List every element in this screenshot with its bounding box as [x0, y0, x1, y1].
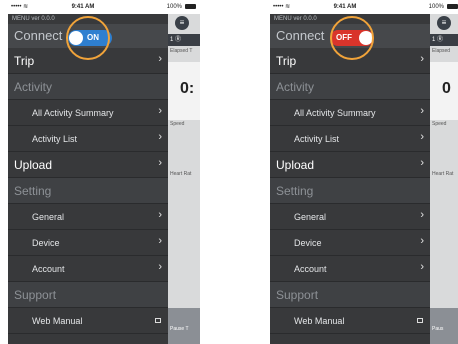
menu-item-all-activity-summary[interactable]: All Activity Summary › — [8, 100, 168, 126]
stop-tab[interactable]: 1 Ⓡ — [168, 34, 200, 46]
external-link-icon — [155, 318, 161, 323]
menu-item-web-manual[interactable]: Web Manual — [8, 308, 168, 334]
battery-percent: 100% — [166, 4, 182, 10]
menu-item-label: General — [32, 212, 65, 222]
menu-item-trip[interactable]: Trip › — [8, 48, 168, 74]
chevron-right-icon: › — [158, 157, 162, 169]
menu-item-general[interactable]: General › — [8, 204, 168, 230]
heart-rate-label: Heart Rat — [170, 171, 192, 177]
chevron-right-icon: › — [158, 53, 162, 65]
chevron-right-icon: › — [420, 209, 424, 221]
battery-icon — [185, 4, 196, 9]
chevron-right-icon: › — [420, 53, 424, 65]
menu-item-label: Web Manual — [32, 316, 83, 326]
battery-percent: 100% — [428, 4, 444, 10]
menu-item-label: Upload — [276, 158, 315, 172]
menu-item-label: Upload — [14, 158, 53, 172]
menu-item-label: Activity List — [32, 134, 78, 144]
speed-label: Speed — [432, 121, 447, 127]
menu-item-account[interactable]: Account › — [270, 256, 430, 282]
menu-item-activity-list[interactable]: Activity List › — [270, 126, 430, 152]
status-bar: ••••• ≋ 9:41 AM 100% — [8, 0, 200, 14]
phone-screen-connect-on: ••••• ≋ 9:41 AM 100% MENU ver 0.0.0 Conn… — [8, 0, 200, 344]
menu-item-all-activity-summary[interactable]: All Activity Summary › — [270, 100, 430, 126]
menu-item-label: Device — [32, 238, 60, 248]
menu-item-label: Trip — [14, 54, 35, 68]
stop-tab[interactable]: 1 Ⓡ — [430, 34, 458, 46]
elapsed-label: Elapsed — [432, 48, 451, 54]
chevron-right-icon: › — [420, 157, 424, 169]
connect-label: Connect — [276, 28, 325, 43]
section-label: Setting — [276, 184, 314, 198]
menu-item-general[interactable]: General › — [270, 204, 430, 230]
menu-item-label: Account — [32, 264, 65, 274]
status-time: 9:41 AM — [333, 4, 357, 10]
connect-row: Connect OFF — [270, 16, 430, 60]
menu-item-upload[interactable]: Upload › — [8, 152, 168, 178]
menu-version: MENU ver 0.0.0 — [274, 16, 317, 22]
status-bar: ••••• ≋ 9:41 AM 100% — [270, 0, 458, 14]
heart-rate-label: Heart Rat — [432, 171, 454, 177]
menu-item-label: Device — [294, 238, 322, 248]
chevron-right-icon: › — [420, 105, 424, 117]
menu-item-activity-list[interactable]: Activity List › — [8, 126, 168, 152]
battery-icon — [447, 4, 458, 9]
section-header-setting: Setting — [270, 178, 430, 204]
speed-label: Speed — [170, 121, 185, 127]
phone-screen-connect-off: ••••• ≋ 9:41 AM 100% MENU ver 0.0.0 Conn… — [270, 0, 458, 344]
chevron-right-icon: › — [158, 235, 162, 247]
section-label: Activity — [276, 80, 315, 94]
section-header-setting: Setting — [8, 178, 168, 204]
chevron-right-icon: › — [158, 261, 162, 273]
elapsed-time-value: 0: — [180, 80, 195, 97]
chevron-right-icon: › — [420, 131, 424, 143]
menu-item-label: Trip — [276, 54, 297, 68]
menu-item-label: Web Manual — [294, 316, 345, 326]
hamburger-icon[interactable]: ≡ — [437, 16, 451, 30]
menu-item-web-manual[interactable]: Web Manual — [270, 308, 430, 334]
menu-item-account[interactable]: Account › — [8, 256, 168, 282]
menu-item-label: All Activity Summary — [294, 108, 376, 118]
menu-item-device[interactable]: Device › — [270, 230, 430, 256]
menu-item-label: All Activity Summary — [32, 108, 114, 118]
pause-label: Pause T — [170, 326, 189, 332]
side-menu: MENU ver 0.0.0 Connect ON Trip › Activit… — [8, 14, 168, 344]
status-time: 9:41 AM — [71, 4, 95, 10]
content-peek: ≡ 1 Ⓡ Elapsed 0 Speed Heart Rat Paus — [430, 14, 458, 344]
section-label: Setting — [14, 184, 52, 198]
connect-row: Connect ON — [8, 16, 168, 60]
connect-label: Connect — [14, 28, 63, 43]
side-menu: MENU ver 0.0.0 Connect OFF Trip › Activi… — [270, 14, 430, 344]
external-link-icon — [417, 318, 423, 323]
menu-version: MENU ver 0.0.0 — [12, 16, 55, 22]
elapsed-label: Elapsed T — [170, 48, 193, 54]
menu-item-label: Account — [294, 264, 327, 274]
menu-item-label: Activity List — [294, 134, 340, 144]
section-header-activity: Activity — [270, 74, 430, 100]
chevron-right-icon: › — [158, 131, 162, 143]
chevron-right-icon: › — [158, 105, 162, 117]
menu-item-trip[interactable]: Trip › — [270, 48, 430, 74]
pause-label: Paus — [432, 326, 444, 332]
section-label: Support — [276, 288, 319, 302]
section-header-support: Support — [270, 282, 430, 308]
section-header-support: Support — [8, 282, 168, 308]
menu-item-upload[interactable]: Upload › — [270, 152, 430, 178]
chevron-right-icon: › — [420, 235, 424, 247]
hamburger-icon[interactable]: ≡ — [175, 16, 189, 30]
section-header-activity: Activity — [8, 74, 168, 100]
elapsed-time-value: 0 — [442, 80, 451, 97]
section-label: Support — [14, 288, 57, 302]
chevron-right-icon: › — [158, 209, 162, 221]
menu-item-device[interactable]: Device › — [8, 230, 168, 256]
menu-item-label: General — [294, 212, 327, 222]
chevron-right-icon: › — [420, 261, 424, 273]
content-peek: ≡ 1 Ⓡ Elapsed T 0: Speed Heart Rat Pause… — [168, 14, 200, 344]
section-label: Activity — [14, 80, 53, 94]
